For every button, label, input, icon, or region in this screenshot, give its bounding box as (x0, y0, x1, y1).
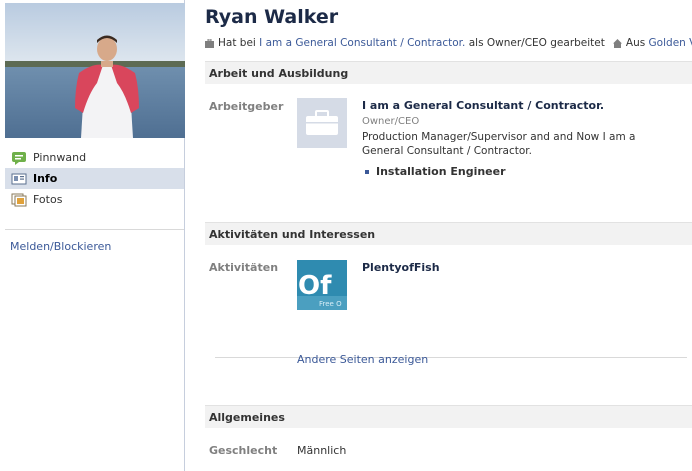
byline-from-prefix: Aus (625, 37, 646, 49)
byline-role: als Owner/CEO gearbeitet (468, 37, 605, 49)
profile-byline: Hat bei I am a General Consultant / Cont… (205, 37, 692, 49)
gender-value: Männlich (297, 444, 347, 457)
plentyoffish-logo: Of Free O (297, 260, 347, 310)
nav-item-photos[interactable]: Fotos (5, 189, 184, 210)
project-label: Installation Engineer (376, 165, 506, 178)
section-header-work: Arbeit und Ausbildung (205, 61, 692, 84)
profile-photo[interactable] (5, 3, 185, 138)
nav-item-label: Fotos (33, 193, 63, 206)
activity-page-link[interactable]: PlentyofFish (362, 261, 440, 274)
nav-item-label: Pinnwand (33, 151, 87, 164)
profile-nav: Pinnwand Info Fotos (5, 147, 184, 210)
divider (5, 229, 184, 230)
plentyoffish-thumbnail[interactable]: Of Free O (297, 260, 347, 310)
report-block-link[interactable]: Melden/Blockieren (10, 240, 111, 253)
project-item: Installation Engineer (365, 165, 506, 178)
plentyoffish-logo-text: Of (298, 271, 332, 301)
employer-thumbnail[interactable] (297, 98, 347, 148)
gender-label: Geschlecht (209, 444, 278, 457)
profile-photo-image (5, 3, 185, 138)
byline-location-link[interactable]: Golden Valley (649, 37, 692, 49)
nav-item-label: Info (33, 172, 58, 185)
briefcase-icon (205, 38, 214, 48)
employer-label: Arbeitgeber (209, 100, 284, 113)
employer-description: Production Manager/Supervisor and and No… (362, 131, 636, 157)
nav-item-info[interactable]: Info (5, 168, 184, 189)
info-icon (11, 171, 27, 187)
wall-icon (11, 150, 27, 166)
show-more-pages-link[interactable]: Andere Seiten anzeigen (297, 353, 428, 366)
divider (215, 357, 687, 358)
section-header-general: Allgemeines (205, 405, 692, 428)
briefcase-icon (306, 110, 338, 135)
employer-name-link[interactable]: I am a General Consultant / Contractor. (362, 99, 604, 112)
activities-label: Aktivitäten (209, 261, 279, 274)
nav-item-wall[interactable]: Pinnwand (5, 147, 184, 168)
employer-role: Owner/CEO (362, 116, 420, 127)
profile-name: Ryan Walker (205, 6, 339, 28)
section-header-activities: Aktivitäten und Interessen (205, 222, 692, 245)
bullet-icon (365, 169, 369, 174)
byline-employer-link[interactable]: I am a General Consultant / Contractor. (259, 37, 465, 49)
photos-icon (11, 192, 27, 208)
main-content: Ryan Walker Hat bei I am a General Consu… (199, 0, 692, 471)
left-column: Pinnwand Info Fotos Melden/Blockieren (0, 0, 185, 471)
plentyoffish-logo-subtext: Free O (319, 300, 342, 308)
byline-prefix: Hat bei (218, 37, 256, 49)
home-icon (612, 38, 622, 48)
